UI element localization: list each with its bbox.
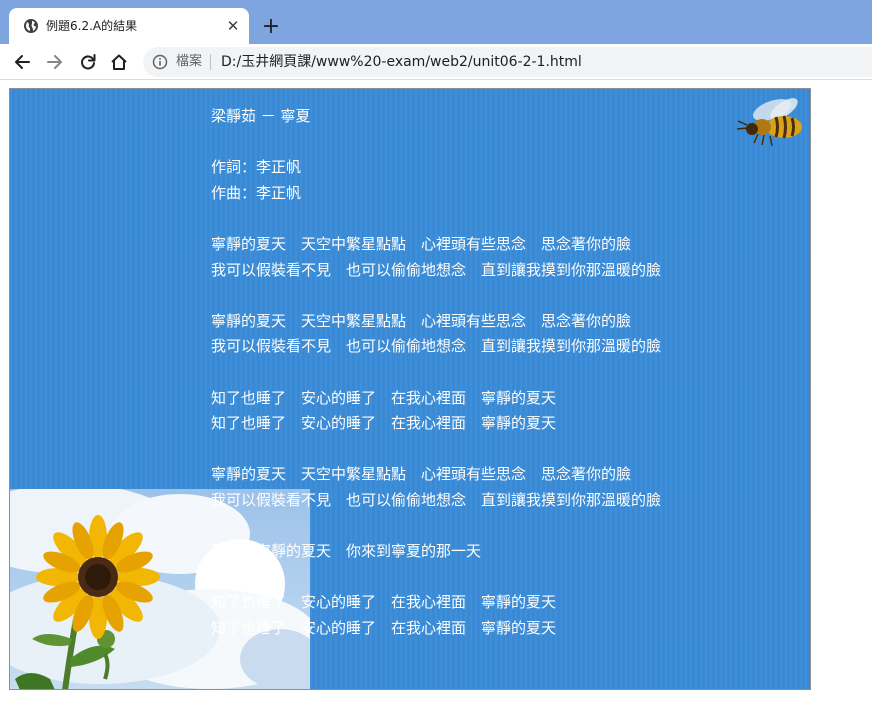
lyric-line: 知了也睡了 安心的睡了 在我心裡面 寧靜的夏天 — [211, 618, 557, 637]
lyrics-block: 梁靜茹 － 寧夏 作詞：李正帆 作曲：李正帆 寧靜的夏天 天空中繁星點點 心裡頭… — [211, 104, 791, 641]
lyric-line: 知了也睡了 安心的睡了 在我心裡面 寧靜的夏天 — [211, 593, 557, 612]
lyric-line: 寧靜的夏天 天空中繁星點點 心裡頭有些思念 思念著你的臉 — [211, 465, 632, 484]
lyric-line: 寧靜的夏天 天空中繁星點點 心裡頭有些思念 思念著你的臉 — [211, 311, 632, 330]
reload-icon — [81, 54, 96, 70]
lyricist-credit: 作詞：李正帆 — [211, 158, 302, 177]
song-heading: 梁靜茹 － 寧夏 — [211, 107, 311, 125]
plus-icon[interactable]: + — [259, 15, 283, 39]
tab-title: 例題6.2.A的結果 — [46, 19, 138, 33]
browser-toolbar: 檔案 D:/玉井網頁課/www%20-exam/web2/unit06-2-1.… — [0, 44, 872, 80]
info-icon[interactable] — [152, 54, 168, 70]
lyric-line: 我可以假裝看不見 也可以偷偷地想念 直到讓我摸到你那溫暖的臉 — [211, 337, 662, 356]
back-arrow-icon — [15, 55, 30, 69]
forward-button[interactable] — [43, 50, 67, 74]
lyric-line: 我可以假裝看不見 也可以偷偷地想念 直到讓我摸到你那溫暖的臉 — [211, 490, 662, 509]
forward-arrow-icon — [47, 55, 62, 69]
lyric-line: 寧靜的夏天 天空中繁星點點 心裡頭有些思念 思念著你的臉 — [211, 234, 632, 253]
home-button[interactable] — [107, 50, 131, 74]
address-bar[interactable]: 檔案 D:/玉井網頁課/www%20-exam/web2/unit06-2-1.… — [143, 47, 872, 77]
back-button[interactable] — [10, 50, 34, 74]
home-icon — [111, 54, 127, 70]
reload-button[interactable] — [76, 50, 100, 74]
security-label[interactable]: 檔案 — [176, 54, 202, 70]
composer-credit: 作曲：李正帆 — [211, 183, 302, 202]
close-icon[interactable]: ✕ — [224, 17, 242, 35]
lyric-line: 知了也睡了 安心的睡了 在我心裡面 寧靜的夏天 — [211, 414, 557, 433]
browser-tab[interactable]: 例題6.2.A的結果 ✕ — [9, 8, 249, 44]
url-divider — [210, 54, 211, 70]
lyric-line: 那是個寧靜的夏天 你來到寧夏的那一天 — [211, 542, 482, 561]
lyric-line: 知了也睡了 安心的睡了 在我心裡面 寧靜的夏天 — [211, 388, 557, 407]
lyric-line: 我可以假裝看不見 也可以偷偷地想念 直到讓我摸到你那溫暖的臉 — [211, 260, 662, 279]
tab-strip: 例題6.2.A的結果 ✕ + — [0, 0, 872, 44]
url-text[interactable]: D:/玉井網頁課/www%20-exam/web2/unit06-2-1.htm… — [221, 54, 582, 70]
page-content: 梁靜茹 － 寧夏 作詞：李正帆 作曲：李正帆 寧靜的夏天 天空中繁星點點 心裡頭… — [9, 88, 811, 690]
globe-icon — [24, 19, 38, 33]
